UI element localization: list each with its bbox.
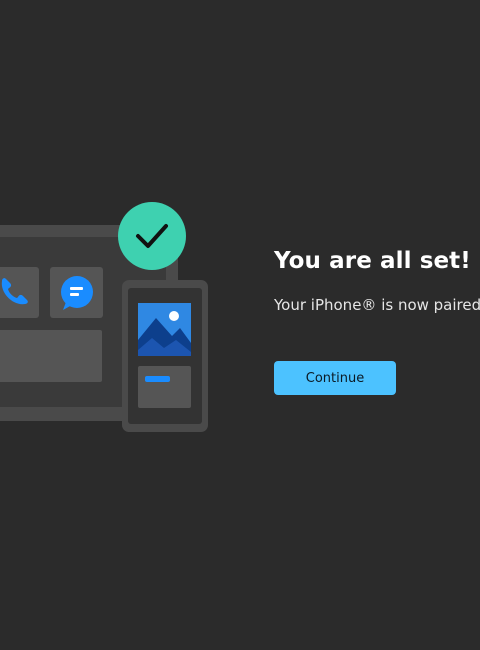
pairing-complete-screen: You are all set! Your iPhone® is now pai… xyxy=(0,0,480,650)
continue-button[interactable]: Continue xyxy=(274,361,396,395)
paired-message: Your iPhone® is now paired xyxy=(274,296,480,314)
photo-icon xyxy=(138,303,191,356)
content-tile xyxy=(0,330,102,382)
success-heading: You are all set! xyxy=(274,248,471,274)
paired-devices-illustration xyxy=(0,202,208,432)
checkmark-icon xyxy=(118,202,186,270)
phone-blue-bar xyxy=(145,376,170,382)
